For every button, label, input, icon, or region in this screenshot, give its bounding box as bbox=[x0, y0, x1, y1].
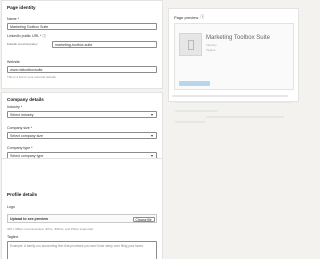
url-prefix: linkedin.com/company/ bbox=[7, 42, 38, 46]
profile-details-card: Profile details Logo Upload to see previ… bbox=[1, 158, 163, 259]
public-url-input[interactable]: marketing-toolbox-suite bbox=[52, 41, 157, 48]
page-identity-title: Page identity bbox=[7, 5, 36, 10]
website-label: Website bbox=[7, 60, 20, 64]
industry-select[interactable]: Select industry ▾ bbox=[7, 111, 157, 118]
choose-file-button[interactable]: Choose file bbox=[132, 216, 155, 222]
preview-logo-placeholder bbox=[179, 33, 202, 56]
name-input[interactable]: Marketing Toolbox Suite bbox=[7, 23, 157, 30]
building-icon bbox=[188, 40, 194, 50]
website-input[interactable]: www.mktoolboxsuite bbox=[7, 66, 157, 73]
preview-tagline: Tagline bbox=[206, 48, 216, 52]
page-preview-title: Page preview bbox=[174, 14, 199, 20]
preview-skeleton-line bbox=[175, 121, 205, 123]
tagline-textarea[interactable]: Example: A family-run accounting firm th… bbox=[7, 241, 157, 259]
company-size-label: Company size * bbox=[7, 126, 33, 130]
page-identity-card: Page identity Name * Marketing Toolbox S… bbox=[1, 0, 163, 89]
chevron-down-icon: ▾ bbox=[150, 133, 153, 138]
upload-preview-label: Upload to see preview bbox=[10, 217, 48, 221]
tagline-label: Tagline bbox=[7, 235, 19, 239]
preview-skeleton-line bbox=[175, 101, 293, 103]
company-size-select-value: Select company size bbox=[10, 134, 43, 138]
url-label: LinkedIn public URL * ⓘ bbox=[7, 34, 46, 39]
page-preview-card: Page preview ⓘ Marketing Toolbox Suite I… bbox=[168, 8, 299, 102]
name-label: Name * bbox=[7, 17, 19, 21]
preview-company-name: Marketing Toolbox Suite bbox=[206, 35, 270, 41]
url-label-text: LinkedIn public URL * bbox=[7, 34, 42, 38]
logo-label: Logo bbox=[7, 205, 15, 209]
preview-skeleton-line bbox=[206, 116, 284, 118]
company-type-label: Company type * bbox=[7, 146, 33, 150]
preview-industry: Industry bbox=[206, 43, 217, 47]
preview-frame: Marketing Toolbox Suite Industry Tagline bbox=[174, 23, 294, 90]
info-icon[interactable]: ⓘ bbox=[200, 14, 204, 20]
company-size-select[interactable]: Select company size ▾ bbox=[7, 132, 157, 139]
chevron-down-icon: ▾ bbox=[150, 112, 153, 117]
logo-help-text: 300 x 300px recommended. JPGs, JPEGs, an… bbox=[7, 227, 94, 231]
help-icon[interactable]: ⓘ bbox=[42, 34, 46, 38]
company-details-title: Company details bbox=[7, 97, 44, 102]
page-preview-header: Page preview ⓘ bbox=[174, 14, 204, 20]
preview-follow-button bbox=[179, 81, 210, 86]
company-details-card: Company details Industry * Select indust… bbox=[1, 92, 163, 166]
website-help-text: This is a link to your external website. bbox=[7, 75, 57, 79]
logo-upload-area[interactable]: Upload to see preview Choose file bbox=[7, 214, 157, 223]
preview-skeleton-line bbox=[172, 95, 288, 97]
preview-skeleton-line bbox=[175, 110, 218, 112]
industry-label: Industry * bbox=[7, 105, 23, 109]
profile-details-title: Profile details bbox=[7, 192, 38, 197]
industry-select-value: Select industry bbox=[10, 113, 34, 117]
